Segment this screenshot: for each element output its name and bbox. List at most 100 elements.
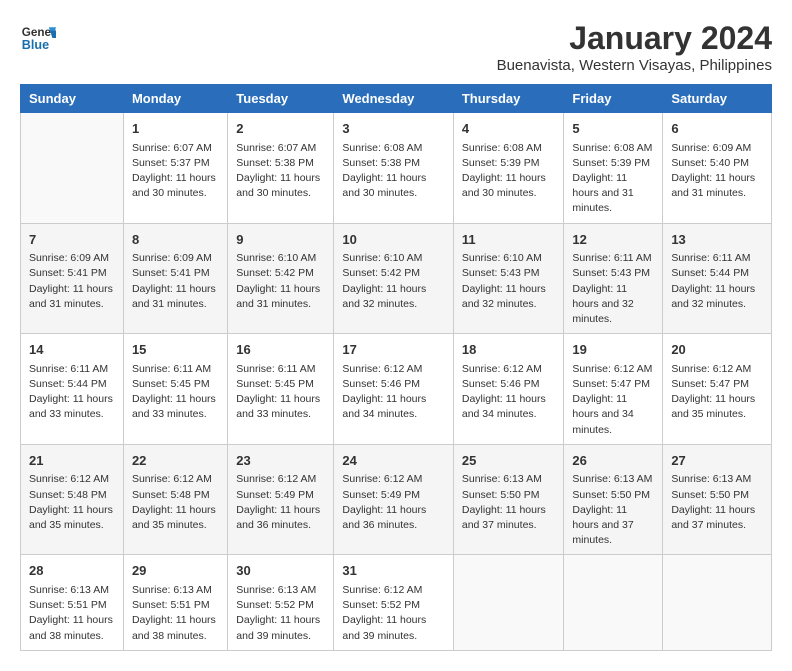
calendar-cell: 21Sunrise: 6:12 AMSunset: 5:48 PMDayligh… <box>21 444 124 555</box>
calendar-cell: 27Sunrise: 6:13 AMSunset: 5:50 PMDayligh… <box>663 444 772 555</box>
sunrise-text: Sunrise: 6:12 AM <box>132 473 212 485</box>
day-number: 26 <box>572 451 654 471</box>
sunset-text: Sunset: 5:41 PM <box>29 267 107 279</box>
calendar-cell: 23Sunrise: 6:12 AMSunset: 5:49 PMDayligh… <box>228 444 334 555</box>
sunrise-text: Sunrise: 6:11 AM <box>572 252 651 264</box>
calendar-cell: 7Sunrise: 6:09 AMSunset: 5:41 PMDaylight… <box>21 223 124 334</box>
calendar-cell: 10Sunrise: 6:10 AMSunset: 5:42 PMDayligh… <box>334 223 453 334</box>
sunset-text: Sunset: 5:42 PM <box>236 267 314 279</box>
sunrise-text: Sunrise: 6:12 AM <box>342 473 422 485</box>
calendar-cell <box>21 113 124 224</box>
daylight-text: Daylight: 11 hours and 37 minutes. <box>462 504 546 531</box>
calendar-cell: 12Sunrise: 6:11 AMSunset: 5:43 PMDayligh… <box>564 223 663 334</box>
calendar-cell: 15Sunrise: 6:11 AMSunset: 5:45 PMDayligh… <box>123 334 227 445</box>
day-number: 21 <box>29 451 115 471</box>
cell-content: Sunrise: 6:11 AMSunset: 5:44 PMDaylight:… <box>671 251 763 312</box>
cell-content: Sunrise: 6:13 AMSunset: 5:50 PMDaylight:… <box>462 472 556 533</box>
day-number: 20 <box>671 340 763 360</box>
daylight-text: Daylight: 11 hours and 30 minutes. <box>342 172 426 199</box>
sunset-text: Sunset: 5:44 PM <box>671 267 749 279</box>
day-number: 27 <box>671 451 763 471</box>
day-header-monday: Monday <box>123 85 227 113</box>
day-header-sunday: Sunday <box>21 85 124 113</box>
day-number: 22 <box>132 451 219 471</box>
page-header: General Blue January 2024 Buenavista, We… <box>20 20 772 74</box>
calendar-cell: 25Sunrise: 6:13 AMSunset: 5:50 PMDayligh… <box>453 444 564 555</box>
sunset-text: Sunset: 5:47 PM <box>572 378 650 390</box>
sunset-text: Sunset: 5:38 PM <box>236 157 314 169</box>
sunset-text: Sunset: 5:39 PM <box>572 157 650 169</box>
sunset-text: Sunset: 5:52 PM <box>342 599 420 611</box>
calendar-cell: 6Sunrise: 6:09 AMSunset: 5:40 PMDaylight… <box>663 113 772 224</box>
title-section: January 2024 Buenavista, Western Visayas… <box>497 20 772 74</box>
cell-content: Sunrise: 6:13 AMSunset: 5:51 PMDaylight:… <box>29 583 115 644</box>
calendar-cell: 3Sunrise: 6:08 AMSunset: 5:38 PMDaylight… <box>334 113 453 224</box>
cell-content: Sunrise: 6:11 AMSunset: 5:45 PMDaylight:… <box>236 362 325 423</box>
day-number: 3 <box>342 119 444 139</box>
sunset-text: Sunset: 5:43 PM <box>462 267 540 279</box>
cell-content: Sunrise: 6:08 AMSunset: 5:39 PMDaylight:… <box>572 141 654 217</box>
day-number: 31 <box>342 561 444 581</box>
logo: General Blue <box>20 20 56 56</box>
calendar-cell: 30Sunrise: 6:13 AMSunset: 5:52 PMDayligh… <box>228 555 334 650</box>
sunrise-text: Sunrise: 6:12 AM <box>236 473 316 485</box>
subtitle: Buenavista, Western Visayas, Philippines <box>497 57 772 74</box>
daylight-text: Daylight: 11 hours and 33 minutes. <box>132 393 216 420</box>
calendar-cell: 20Sunrise: 6:12 AMSunset: 5:47 PMDayligh… <box>663 334 772 445</box>
sunset-text: Sunset: 5:45 PM <box>132 378 210 390</box>
day-number: 23 <box>236 451 325 471</box>
sunrise-text: Sunrise: 6:12 AM <box>462 363 542 375</box>
daylight-text: Daylight: 11 hours and 30 minutes. <box>236 172 320 199</box>
sunrise-text: Sunrise: 6:07 AM <box>132 142 212 154</box>
sunset-text: Sunset: 5:46 PM <box>342 378 420 390</box>
day-number: 30 <box>236 561 325 581</box>
calendar-cell: 1Sunrise: 6:07 AMSunset: 5:37 PMDaylight… <box>123 113 227 224</box>
cell-content: Sunrise: 6:12 AMSunset: 5:46 PMDaylight:… <box>462 362 556 423</box>
sunset-text: Sunset: 5:48 PM <box>132 489 210 501</box>
sunrise-text: Sunrise: 6:08 AM <box>342 142 422 154</box>
sunrise-text: Sunrise: 6:13 AM <box>572 473 652 485</box>
cell-content: Sunrise: 6:12 AMSunset: 5:52 PMDaylight:… <box>342 583 444 644</box>
sunset-text: Sunset: 5:48 PM <box>29 489 107 501</box>
sunrise-text: Sunrise: 6:12 AM <box>342 363 422 375</box>
sunset-text: Sunset: 5:41 PM <box>132 267 210 279</box>
sunset-text: Sunset: 5:47 PM <box>671 378 749 390</box>
sunrise-text: Sunrise: 6:11 AM <box>29 363 108 375</box>
sunset-text: Sunset: 5:43 PM <box>572 267 650 279</box>
daylight-text: Daylight: 11 hours and 30 minutes. <box>132 172 216 199</box>
day-number: 28 <box>29 561 115 581</box>
cell-content: Sunrise: 6:11 AMSunset: 5:44 PMDaylight:… <box>29 362 115 423</box>
day-number: 25 <box>462 451 556 471</box>
calendar-cell: 19Sunrise: 6:12 AMSunset: 5:47 PMDayligh… <box>564 334 663 445</box>
cell-content: Sunrise: 6:12 AMSunset: 5:49 PMDaylight:… <box>342 472 444 533</box>
cell-content: Sunrise: 6:11 AMSunset: 5:43 PMDaylight:… <box>572 251 654 327</box>
sunset-text: Sunset: 5:46 PM <box>462 378 540 390</box>
sunrise-text: Sunrise: 6:11 AM <box>236 363 315 375</box>
day-number: 29 <box>132 561 219 581</box>
day-number: 15 <box>132 340 219 360</box>
calendar-cell: 11Sunrise: 6:10 AMSunset: 5:43 PMDayligh… <box>453 223 564 334</box>
sunset-text: Sunset: 5:51 PM <box>29 599 107 611</box>
calendar-week-1: 1Sunrise: 6:07 AMSunset: 5:37 PMDaylight… <box>21 113 772 224</box>
logo-icon: General Blue <box>20 20 56 56</box>
calendar-cell: 9Sunrise: 6:10 AMSunset: 5:42 PMDaylight… <box>228 223 334 334</box>
cell-content: Sunrise: 6:11 AMSunset: 5:45 PMDaylight:… <box>132 362 219 423</box>
daylight-text: Daylight: 11 hours and 31 minutes. <box>671 172 755 199</box>
calendar-cell: 14Sunrise: 6:11 AMSunset: 5:44 PMDayligh… <box>21 334 124 445</box>
calendar-cell <box>663 555 772 650</box>
daylight-text: Daylight: 11 hours and 34 minutes. <box>342 393 426 420</box>
calendar-cell: 26Sunrise: 6:13 AMSunset: 5:50 PMDayligh… <box>564 444 663 555</box>
daylight-text: Daylight: 11 hours and 37 minutes. <box>671 504 755 531</box>
day-number: 4 <box>462 119 556 139</box>
sunset-text: Sunset: 5:42 PM <box>342 267 420 279</box>
daylight-text: Daylight: 11 hours and 39 minutes. <box>342 614 426 641</box>
sunset-text: Sunset: 5:50 PM <box>462 489 540 501</box>
sunrise-text: Sunrise: 6:11 AM <box>671 252 750 264</box>
calendar-cell: 24Sunrise: 6:12 AMSunset: 5:49 PMDayligh… <box>334 444 453 555</box>
sunset-text: Sunset: 5:44 PM <box>29 378 107 390</box>
sunset-text: Sunset: 5:37 PM <box>132 157 210 169</box>
daylight-text: Daylight: 11 hours and 34 minutes. <box>572 393 633 435</box>
day-header-tuesday: Tuesday <box>228 85 334 113</box>
calendar-cell: 31Sunrise: 6:12 AMSunset: 5:52 PMDayligh… <box>334 555 453 650</box>
daylight-text: Daylight: 11 hours and 38 minutes. <box>29 614 113 641</box>
